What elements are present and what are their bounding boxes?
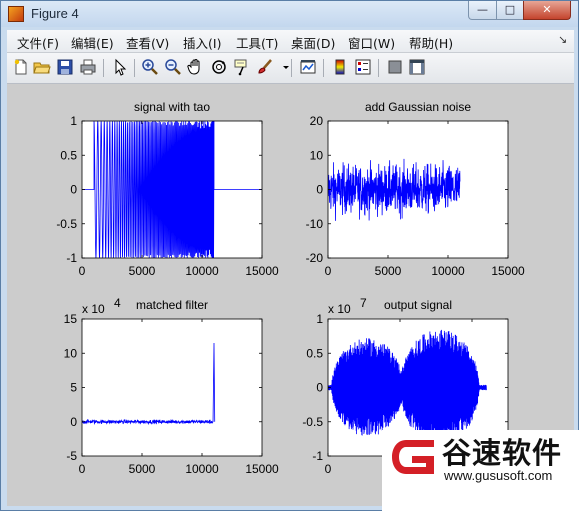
x-tick-label: 5000 — [129, 264, 156, 278]
pan-hand-icon[interactable] — [187, 58, 205, 76]
x-tick-label: 10000 — [431, 264, 465, 278]
x-tick-label: 0 — [79, 462, 86, 476]
zoom-in-icon[interactable] — [141, 58, 159, 76]
menu-view[interactable]: 查看(V) — [126, 33, 169, 52]
y-tick-label: 0 — [70, 183, 77, 197]
y-tick-label: 0.5 — [306, 346, 323, 360]
y-tick-label: 10 — [64, 346, 78, 360]
insert-colorbar-icon[interactable] — [331, 58, 349, 76]
x-tick-label: 5000 — [375, 264, 402, 278]
title-bar[interactable]: Figure 4 — □ ✕ — [1, 1, 578, 27]
print-icon[interactable] — [79, 58, 97, 76]
menu-edit[interactable]: 编辑(E) — [71, 33, 114, 52]
y-tick-label: 20 — [310, 114, 324, 128]
y-tick-label: 0.5 — [60, 148, 77, 162]
subplot-title: signal with tao — [134, 100, 210, 114]
x-tick-label: 10000 — [185, 462, 219, 476]
menu-overflow-icon[interactable]: ↘ — [558, 33, 567, 46]
y-tick-label: 0 — [316, 183, 323, 197]
y-tick-label: 1 — [316, 312, 323, 326]
x-tick-label: 15000 — [491, 264, 525, 278]
matlab-app-icon — [8, 6, 24, 22]
menu-tools[interactable]: 工具(T) — [236, 33, 278, 52]
y-exponent-label: x 10 — [82, 302, 105, 316]
menu-insert[interactable]: 插入(I) — [183, 33, 221, 52]
rotate-3d-icon[interactable] — [210, 58, 228, 76]
y-tick-label: -10 — [306, 217, 324, 231]
menu-file[interactable]: 文件(F) — [17, 33, 59, 52]
save-icon[interactable] — [56, 58, 74, 76]
window-title: Figure 4 — [31, 6, 79, 21]
menu-desktop[interactable]: 桌面(D) — [291, 33, 335, 52]
new-figure-icon[interactable] — [12, 58, 30, 76]
y-exponent-power: 4 — [114, 296, 121, 310]
figure-toolbar — [7, 53, 574, 84]
brush-dropdown-icon[interactable] — [277, 58, 289, 76]
maximize-button[interactable]: □ — [496, 1, 524, 20]
y-tick-label: 10 — [310, 148, 324, 162]
subplot-title: add Gaussian noise — [365, 100, 471, 114]
x-tick-label: 0 — [325, 264, 332, 278]
menu-window[interactable]: 窗口(W) — [348, 33, 395, 52]
menu-help[interactable]: 帮助(H) — [409, 33, 453, 52]
y-tick-label: -1 — [66, 251, 77, 265]
edit-plot-arrow-icon[interactable] — [111, 58, 129, 76]
insert-legend-icon[interactable] — [354, 58, 372, 76]
axes-background — [82, 319, 262, 456]
watermark: 谷速软件 www.gususoft.com — [382, 430, 579, 511]
watermark-brand: 谷速软件 — [442, 436, 563, 470]
y-tick-label: -0.5 — [302, 415, 323, 429]
minimize-button[interactable]: — — [468, 1, 497, 20]
data-cursor-icon[interactable] — [233, 58, 251, 76]
close-button[interactable]: ✕ — [523, 1, 571, 20]
y-tick-label: -5 — [66, 449, 77, 463]
hide-plot-tools-icon[interactable] — [386, 58, 404, 76]
y-tick-label: 15 — [64, 312, 78, 326]
y-tick-label: 1 — [70, 114, 77, 128]
y-tick-label: 0 — [316, 381, 323, 395]
link-plot-icon[interactable] — [299, 58, 317, 76]
subplot-title: output signal — [384, 298, 452, 312]
subplot-3[interactable]: 151050-50 5000 10000 15000matched filterx 1… — [64, 296, 279, 476]
y-tick-label: 5 — [70, 381, 77, 395]
subplot-2[interactable]: 20100-10-200 5000 10000 15000add Gaussian n… — [306, 100, 525, 278]
y-exponent-label: x 10 — [328, 302, 351, 316]
y-tick-label: -0.5 — [56, 217, 77, 231]
open-file-icon[interactable] — [33, 58, 51, 76]
y-exponent-power: 7 — [360, 296, 367, 310]
x-tick-label: 5000 — [129, 462, 156, 476]
x-tick-label: 15000 — [245, 462, 279, 476]
x-tick-label: 0 — [79, 264, 86, 278]
x-tick-label: 10000 — [185, 264, 219, 278]
zoom-out-icon[interactable] — [164, 58, 182, 76]
y-tick-label: 0 — [70, 415, 77, 429]
subplot-title: matched filter — [136, 298, 208, 312]
menu-bar: 文件(F) 编辑(E) 查看(V) 插入(I) 工具(T) 桌面(D) 窗口(W… — [7, 30, 574, 53]
show-plot-tools-icon[interactable] — [408, 58, 426, 76]
x-tick-label: 0 — [325, 462, 332, 476]
y-tick-label: -1 — [312, 449, 323, 463]
subplot-1[interactable]: 10.50-0.5-10 5000 10000 15000signal with ta… — [56, 100, 279, 278]
y-tick-label: -20 — [306, 251, 324, 265]
brush-icon[interactable] — [256, 58, 274, 76]
x-tick-label: 15000 — [245, 264, 279, 278]
watermark-url: www.gususoft.com — [444, 468, 553, 483]
gususoft-logo-icon — [392, 440, 434, 474]
